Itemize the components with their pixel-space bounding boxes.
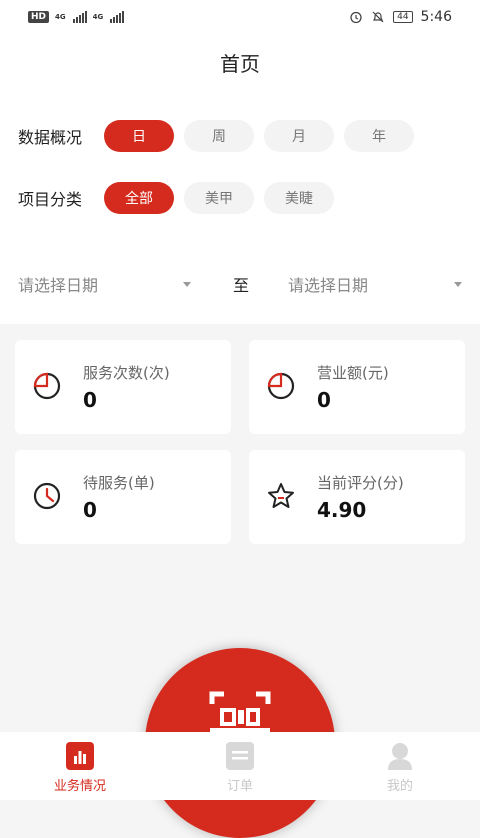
- stat-label: 待服务(单): [83, 474, 155, 492]
- bottom-tab-bar: 业务情况 订单 我的: [0, 732, 480, 800]
- stat-card-rating: 当前评分(分) 4.90: [249, 450, 465, 544]
- tab-orders[interactable]: 订单: [160, 732, 320, 800]
- period-week-button[interactable]: 周: [184, 120, 254, 152]
- stat-card-revenue: 营业额(元) 0: [249, 340, 465, 434]
- period-filter-label: 数据概况: [18, 128, 83, 147]
- network-type-1: 4G: [55, 13, 66, 21]
- page-title: 首页: [220, 52, 260, 76]
- category-all-button[interactable]: 全部: [104, 182, 174, 214]
- stat-label: 服务次数(次): [83, 364, 170, 382]
- clock-icon: [33, 482, 61, 510]
- stat-value: 0: [83, 388, 97, 412]
- category-nail-button[interactable]: 美甲: [184, 182, 254, 214]
- end-date-chevron-down-icon[interactable]: [454, 281, 462, 287]
- signal-icon: [72, 11, 87, 23]
- category-lash-button[interactable]: 美睫: [264, 182, 334, 214]
- stat-value: 0: [83, 498, 97, 522]
- stat-value: 0: [317, 388, 331, 412]
- end-date-picker[interactable]: 请选择日期: [288, 272, 368, 296]
- date-range: 请选择日期 至 请选择日期: [0, 264, 480, 304]
- stat-label: 当前评分(分): [317, 474, 404, 492]
- period-month-button[interactable]: 月: [264, 120, 334, 152]
- pie-chart-icon: [33, 372, 61, 400]
- alarm-icon: [350, 11, 362, 24]
- pie-chart-icon: [267, 372, 295, 400]
- status-right: 44 5:46: [349, 9, 452, 25]
- status-left: HD 4G 4G: [28, 11, 125, 23]
- hd-badge: HD: [28, 11, 50, 23]
- period-filter: 数据概况 日 周 月 年: [18, 120, 424, 152]
- tab-label: 我的: [386, 779, 413, 794]
- star-icon: [268, 483, 294, 508]
- status-bar: HD 4G 4G 44 5:46: [0, 0, 480, 34]
- bar-chart-icon: [66, 742, 94, 770]
- tab-business[interactable]: 业务情况: [0, 732, 160, 800]
- signal-icon-2: [110, 11, 125, 23]
- start-date-chevron-down-icon[interactable]: [183, 281, 191, 287]
- tab-label: 业务情况: [53, 779, 106, 794]
- tab-me[interactable]: 我的: [320, 732, 480, 800]
- clock-time: 5:46: [420, 9, 452, 25]
- date-range-separator: 至: [233, 276, 250, 295]
- stat-value: 4.90: [317, 498, 367, 522]
- network-type-2: 4G: [92, 13, 104, 21]
- period-year-button[interactable]: 年: [344, 120, 414, 152]
- stat-label: 营业额(元): [317, 364, 389, 382]
- category-filter-label: 项目分类: [18, 190, 83, 209]
- filter-section: 首页 数据概况 日 周 月 年 项目分类 全部 美甲 美睫 请选择日期 至 请选…: [0, 34, 480, 324]
- order-list-icon: [226, 742, 254, 770]
- period-day-button[interactable]: 日: [104, 120, 174, 152]
- category-filter: 项目分类 全部 美甲 美睫: [18, 182, 344, 214]
- start-date-picker[interactable]: 请选择日期: [18, 272, 98, 296]
- user-icon: [388, 743, 412, 770]
- stat-card-pending: 待服务(单) 0: [15, 450, 231, 544]
- tab-label: 订单: [226, 779, 253, 794]
- mute-bell-icon: [372, 11, 384, 23]
- battery-indicator: 44: [393, 11, 413, 23]
- stat-card-service-count: 服务次数(次) 0: [15, 340, 231, 434]
